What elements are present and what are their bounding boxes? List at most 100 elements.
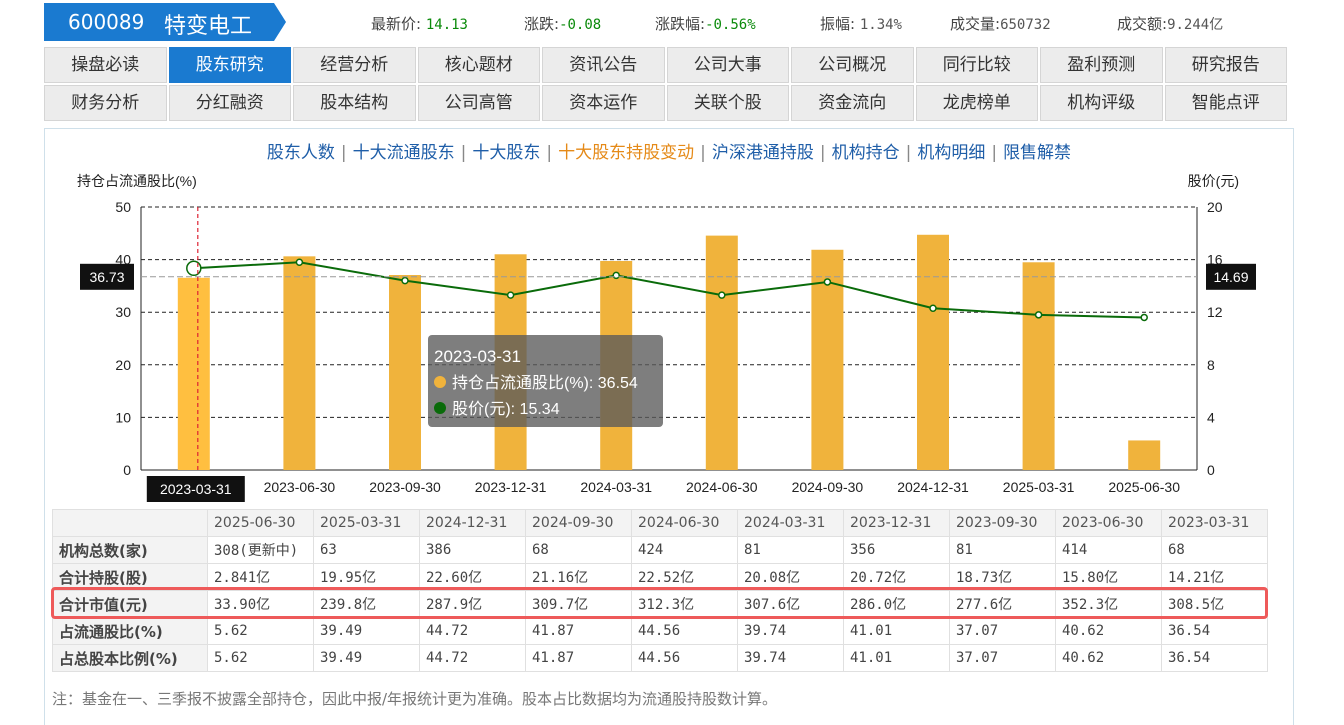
tooltip-title: 2023-03-31: [434, 347, 521, 366]
nav-tab[interactable]: 分红融资: [168, 85, 291, 121]
quote-volume: 成交量:650732: [950, 15, 1051, 33]
nav-tab[interactable]: 机构评级: [1040, 85, 1163, 121]
nav-tab[interactable]: 龙虎榜单: [915, 85, 1038, 121]
row-label: 占总股本比例(%): [52, 644, 208, 672]
table-cell: 39.49: [313, 617, 420, 645]
x-tick-label: 2024-03-31: [580, 479, 652, 495]
nav-tab[interactable]: 公司大事: [666, 47, 789, 83]
right-tick-label: 8: [1207, 357, 1215, 373]
left-tick-label: 30: [115, 304, 131, 320]
bar: [917, 234, 949, 470]
quote-amp: 振幅: 1.34%: [820, 15, 902, 33]
price-point: [186, 260, 202, 277]
main-nav: 操盘必读 股东研究 经营分析 核心题材 资讯公告 公司大事 公司概况 同行比较 盈利预测 研究报告…: [44, 47, 1288, 123]
nav-tab[interactable]: 资金流向: [791, 85, 914, 121]
x-tick-label: 2024-09-30: [792, 479, 864, 495]
nav-tab[interactable]: 操盘必读: [44, 47, 167, 83]
table-cell: 18.73亿: [949, 563, 1056, 591]
nav-tab[interactable]: 资本运作: [542, 85, 665, 121]
nav-tab[interactable]: 经营分析: [293, 47, 416, 83]
row-label: 机构总数(家): [52, 536, 208, 564]
tooltip-line-2: 股价(元): 15.34: [452, 400, 560, 418]
turnover-amount: 9.244亿: [1167, 17, 1224, 33]
table-cell: 352.3亿: [1055, 590, 1162, 618]
cursor-left-value: 36.73: [89, 269, 124, 285]
table-row: 合计持股(股) 2.841亿 19.95亿 22.60亿 21.16亿 22.52亿 20.…: [52, 563, 1268, 591]
table-cell: 40.62: [1055, 617, 1162, 645]
bar: [389, 275, 421, 470]
nav-tab[interactable]: 核心题材: [417, 47, 540, 83]
holding-chart[interactable]: 持仓占流通股比(%) 股价(元)0 010 420 830 1240 1650 202023-…: [44, 128, 1294, 508]
price-point: [506, 291, 515, 299]
table-row: 占流通股比(%) 5.62 39.49 44.72 41.87 44.56 39.74 41.…: [52, 617, 1268, 645]
table-cell: 41.87: [525, 617, 632, 645]
right-axis-title: 股价(元): [1188, 173, 1239, 189]
right-tick-label: 4: [1207, 409, 1215, 425]
table-cell: 14.21亿: [1161, 563, 1268, 591]
x-tick-label: 2024-06-30: [686, 479, 758, 495]
x-tick-label: 2023-06-30: [264, 479, 336, 495]
price-point: [295, 258, 304, 266]
tooltip-bar-marker: [434, 376, 446, 388]
table-cell: 308(更新中): [207, 536, 314, 564]
stock-name: 特变电工: [164, 14, 253, 39]
bar: [283, 256, 316, 470]
price-line: [193, 261, 1145, 319]
nav-tab[interactable]: 研究报告: [1164, 47, 1287, 83]
table-cell: 41.87: [525, 644, 632, 672]
table-cell: 81: [737, 536, 844, 564]
quote-latest: 最新价: 14.13: [371, 15, 468, 33]
row-label: 占流通股比(%): [52, 617, 208, 645]
tooltip-line-1: 持仓占流通股比(%): 36.54: [452, 374, 638, 392]
left-tick-label: 0: [123, 462, 131, 478]
holding-table: 2025-06-30 2025-03-31 2024-12-31 2024-09-30…: [52, 509, 1268, 672]
table-cell: 44.72: [419, 644, 526, 672]
table-cell: 286.0亿: [843, 590, 950, 618]
nav-tab[interactable]: 盈利预测: [1040, 47, 1163, 83]
table-cell: 68: [525, 536, 632, 564]
table-column-header: 2024-09-30: [525, 509, 632, 537]
nav-tab[interactable]: 财务分析: [44, 85, 167, 121]
table-cell: 414: [1055, 536, 1162, 564]
nav-tab[interactable]: 公司高管: [417, 85, 540, 121]
nav-tab[interactable]: 关联个股: [666, 85, 789, 121]
nav-tab[interactable]: 股本结构: [293, 85, 416, 121]
tooltip-line-marker: [434, 402, 446, 414]
table-cell: 2.841亿: [207, 563, 314, 591]
row-label: 合计市值(元): [52, 590, 208, 618]
table-cell: 239.8亿: [313, 590, 420, 618]
x-tick-label: 2023-09-30: [369, 479, 441, 495]
table-cell: 36.54: [1161, 644, 1268, 672]
table-cell: 20.72亿: [843, 563, 950, 591]
table-cell: 39.74: [737, 644, 844, 672]
left-tick-label: 10: [115, 409, 131, 425]
right-tick-label: 0: [1207, 462, 1215, 478]
nav-tab[interactable]: 资讯公告: [542, 47, 665, 83]
footnote: 注：基金在一、三季报不披露全部持仓，因此中报/年报统计更为准确。股本占比数据均为…: [52, 690, 778, 708]
nav-tab[interactable]: 公司概况: [791, 47, 914, 83]
table-column-header: 2023-06-30: [1055, 509, 1162, 537]
stock-code: 600089: [68, 10, 145, 34]
table-cell: 33.90亿: [207, 590, 314, 618]
x-tick-label: 2025-03-31: [1003, 479, 1075, 495]
table-cell: 309.7亿: [525, 590, 632, 618]
table-cell: 20.08亿: [737, 563, 844, 591]
table-cell: 308.5亿: [1161, 590, 1268, 618]
price-change-pct: -0.56%: [705, 17, 756, 33]
table-column-header: 2025-06-30: [207, 509, 314, 537]
table-column-header: 2025-03-31: [313, 509, 420, 537]
nav-tab[interactable]: 智能点评: [1164, 85, 1287, 121]
amplitude: 1.34%: [859, 17, 902, 33]
table-cell: 44.72: [419, 617, 526, 645]
table-column-header: 2024-06-30: [631, 509, 738, 537]
main-nav-row-1: 操盘必读 股东研究 经营分析 核心题材 资讯公告 公司大事 公司概况 同行比较 盈利预测 研究报告: [44, 47, 1288, 83]
stock-title: 600089 特变电工: [44, 3, 286, 41]
table-cell: 21.16亿: [525, 563, 632, 591]
price-point: [718, 291, 726, 299]
table-column-header: 2023-09-30: [949, 509, 1056, 537]
nav-tab[interactable]: 同行比较: [915, 47, 1038, 83]
table-row: 占总股本比例(%) 5.62 39.49 44.72 41.87 44.56 39.74 41…: [52, 644, 1268, 672]
x-tick-label: 2024-12-31: [897, 479, 969, 495]
nav-tab[interactable]: 股东研究: [168, 47, 291, 83]
right-tick-label: 12: [1207, 304, 1223, 320]
